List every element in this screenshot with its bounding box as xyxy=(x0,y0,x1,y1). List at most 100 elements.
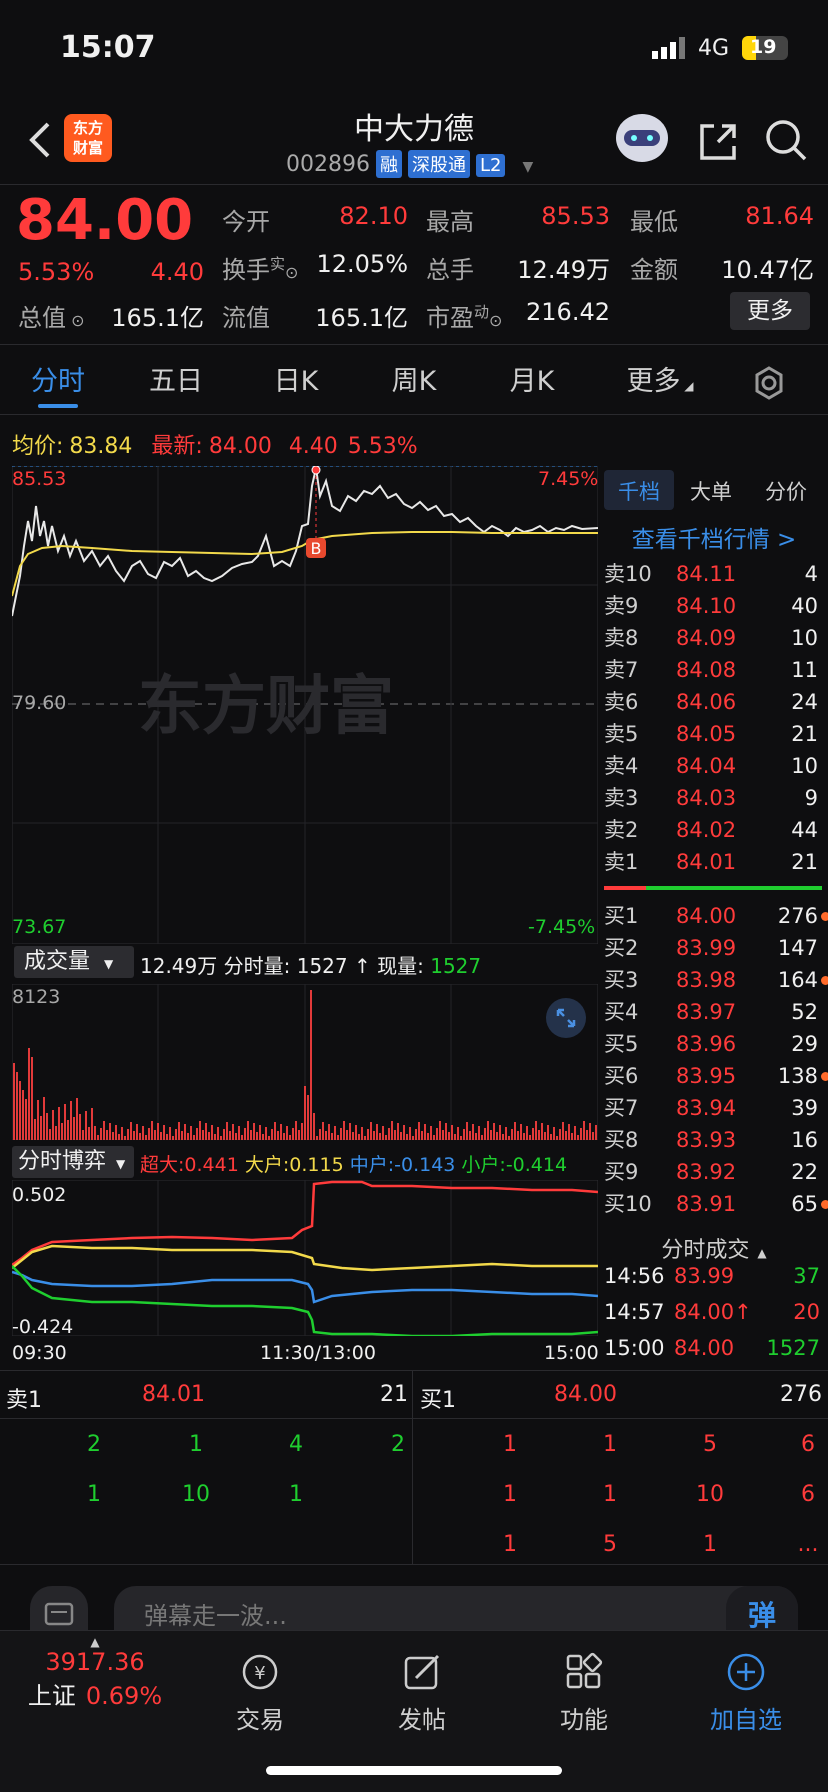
gear-icon[interactable] xyxy=(752,366,786,400)
level-volume: 16 xyxy=(791,1128,818,1152)
volume-bar xyxy=(544,1132,546,1140)
ask-row[interactable]: 卖6 84.06 24 xyxy=(604,686,824,718)
volume-selector[interactable]: 成交量 ▼ xyxy=(14,946,134,978)
tab-weekly-k[interactable]: 周K xyxy=(374,352,454,412)
bid-row[interactable]: 买5 83.96 29 xyxy=(604,1028,824,1060)
nav-functions[interactable]: 功能 xyxy=(524,1650,644,1735)
ask-row[interactable]: 卖4 84.04 10 xyxy=(604,750,824,782)
volume-bar xyxy=(430,1126,432,1140)
bid-row[interactable]: 买6 83.95 138 xyxy=(604,1060,828,1092)
volume-bar xyxy=(298,1130,300,1140)
robot-avatar-icon[interactable] xyxy=(612,110,672,166)
bid-row[interactable]: 买10 83.91 65 xyxy=(604,1188,828,1220)
volume-bar xyxy=(334,1126,336,1140)
bid-row[interactable]: 买9 83.92 22 xyxy=(604,1156,824,1188)
volume-bar xyxy=(118,1134,120,1140)
view-depth-link[interactable]: 查看千档行情 > xyxy=(604,520,824,554)
queue-divider xyxy=(412,1370,413,1564)
volume-bar xyxy=(325,1131,327,1140)
volume-bar xyxy=(502,1134,504,1140)
level-label: 卖9 xyxy=(604,594,639,618)
volume-bar xyxy=(106,1130,108,1140)
nav-index[interactable]: ▲ 3917.36 上证 0.69% xyxy=(20,1636,170,1711)
intraday-price-chart[interactable]: B 东方财富 xyxy=(12,466,598,944)
orderbook-tab-bigorders[interactable]: 大单 xyxy=(674,476,748,506)
ask-row[interactable]: 卖5 84.05 21 xyxy=(604,718,824,750)
volume-bar xyxy=(454,1134,456,1140)
volume-bar xyxy=(421,1131,423,1140)
volume-bar xyxy=(85,1111,87,1140)
nav-add-watchlist[interactable]: 加自选 xyxy=(686,1650,806,1735)
volume-bar xyxy=(286,1126,288,1140)
level-price: 84.02 xyxy=(676,818,737,842)
level-price: 84.04 xyxy=(676,754,737,778)
nav-post[interactable]: 发帖 xyxy=(362,1650,482,1735)
bid-row[interactable]: 买3 83.98 164 xyxy=(604,964,828,996)
game-chart[interactable] xyxy=(12,1180,598,1336)
orderbook-tab-depth[interactable]: 千档 xyxy=(604,476,674,506)
tab-intraday[interactable]: 分时 xyxy=(18,352,98,412)
level-label: 卖1 xyxy=(604,850,639,874)
share-icon[interactable] xyxy=(698,118,738,162)
more-button[interactable]: 更多 xyxy=(730,292,810,330)
volume-bar xyxy=(142,1126,144,1140)
nav-trade[interactable]: ¥ 交易 xyxy=(200,1650,320,1735)
queue-order-cell: 1 xyxy=(503,1532,517,1557)
back-button[interactable] xyxy=(24,118,54,162)
level-price: 83.98 xyxy=(676,968,737,992)
bid-row[interactable]: 买4 83.97 52 xyxy=(604,996,824,1028)
stock-code-row[interactable]: 002896 融深股通 L2 ▼ xyxy=(286,150,533,178)
ask-row[interactable]: 卖8 84.09 10 xyxy=(604,622,824,654)
queue-order-cell: 1 xyxy=(603,1432,617,1457)
level-price: 84.03 xyxy=(676,786,737,810)
chart-high-pct: 7.45% xyxy=(538,468,599,490)
ask-row[interactable]: 卖2 84.02 44 xyxy=(604,814,824,846)
level-volume: 9 xyxy=(804,786,818,810)
bid-row[interactable]: 买1 84.00 276 xyxy=(604,900,828,932)
queue-buy-price: 84.00 xyxy=(554,1382,617,1407)
ask-row[interactable]: 卖9 84.10 40 xyxy=(604,590,824,622)
volume-bar xyxy=(166,1134,168,1140)
game-bottom-label: -0.424 xyxy=(12,1316,74,1338)
game-top-label: 0.502 xyxy=(12,1184,67,1206)
queue-buy-label: 买1 xyxy=(420,1388,456,1413)
volume-bar xyxy=(475,1133,477,1140)
ask-row[interactable]: 卖10 84.11 4 xyxy=(604,558,824,590)
tab-more[interactable]: 更多 ◢ xyxy=(610,352,710,412)
tab-five-day[interactable]: 五日 xyxy=(136,352,216,412)
volume-bar xyxy=(157,1123,159,1140)
level-label: 买4 xyxy=(604,1000,639,1024)
game-selector[interactable]: 分时博弈 ▼ xyxy=(12,1146,134,1178)
tick-time: 14:57 xyxy=(604,1300,665,1324)
bid-row[interactable]: 买7 83.94 39 xyxy=(604,1092,824,1124)
volume-bar xyxy=(16,1072,18,1140)
orderbook-tab-price[interactable]: 分价 xyxy=(748,476,824,506)
expand-icon[interactable] xyxy=(546,998,586,1038)
level-volume: 44 xyxy=(791,818,818,842)
volume-bar xyxy=(79,1114,81,1140)
queue-order-cell: 2 xyxy=(87,1432,101,1457)
volume-bar xyxy=(130,1122,132,1140)
bid-row[interactable]: 买8 83.93 16 xyxy=(604,1124,824,1156)
open-label: 今开 xyxy=(222,208,270,236)
danmu-input[interactable]: 弹幕走一波... 弹 xyxy=(114,1586,798,1632)
level-volume: 39 xyxy=(791,1096,818,1120)
volume-chart[interactable] xyxy=(12,984,598,1140)
volume-bar xyxy=(292,1128,294,1140)
volume-bar xyxy=(82,1130,84,1140)
danmu-send-button[interactable]: 弹 xyxy=(726,1586,798,1632)
danmu-toggle-icon[interactable] xyxy=(30,1586,88,1630)
tab-monthly-k[interactable]: 月K xyxy=(492,352,572,412)
search-icon[interactable] xyxy=(764,118,808,162)
volume-bar xyxy=(592,1132,594,1140)
ask-row[interactable]: 卖1 84.01 21 xyxy=(604,846,824,878)
ticks-title[interactable]: 分时成交 ▲ xyxy=(604,1232,824,1264)
ask-row[interactable]: 卖7 84.08 11 xyxy=(604,654,824,686)
tab-daily-k[interactable]: 日K xyxy=(256,352,336,412)
ask-row[interactable]: 卖3 84.03 9 xyxy=(604,782,824,814)
bid-row[interactable]: 买2 83.99 147 xyxy=(604,932,824,964)
volume-bar xyxy=(178,1122,180,1140)
volume-bar xyxy=(310,990,312,1140)
level-volume: 276 xyxy=(777,904,818,928)
volume-bar xyxy=(568,1124,570,1140)
